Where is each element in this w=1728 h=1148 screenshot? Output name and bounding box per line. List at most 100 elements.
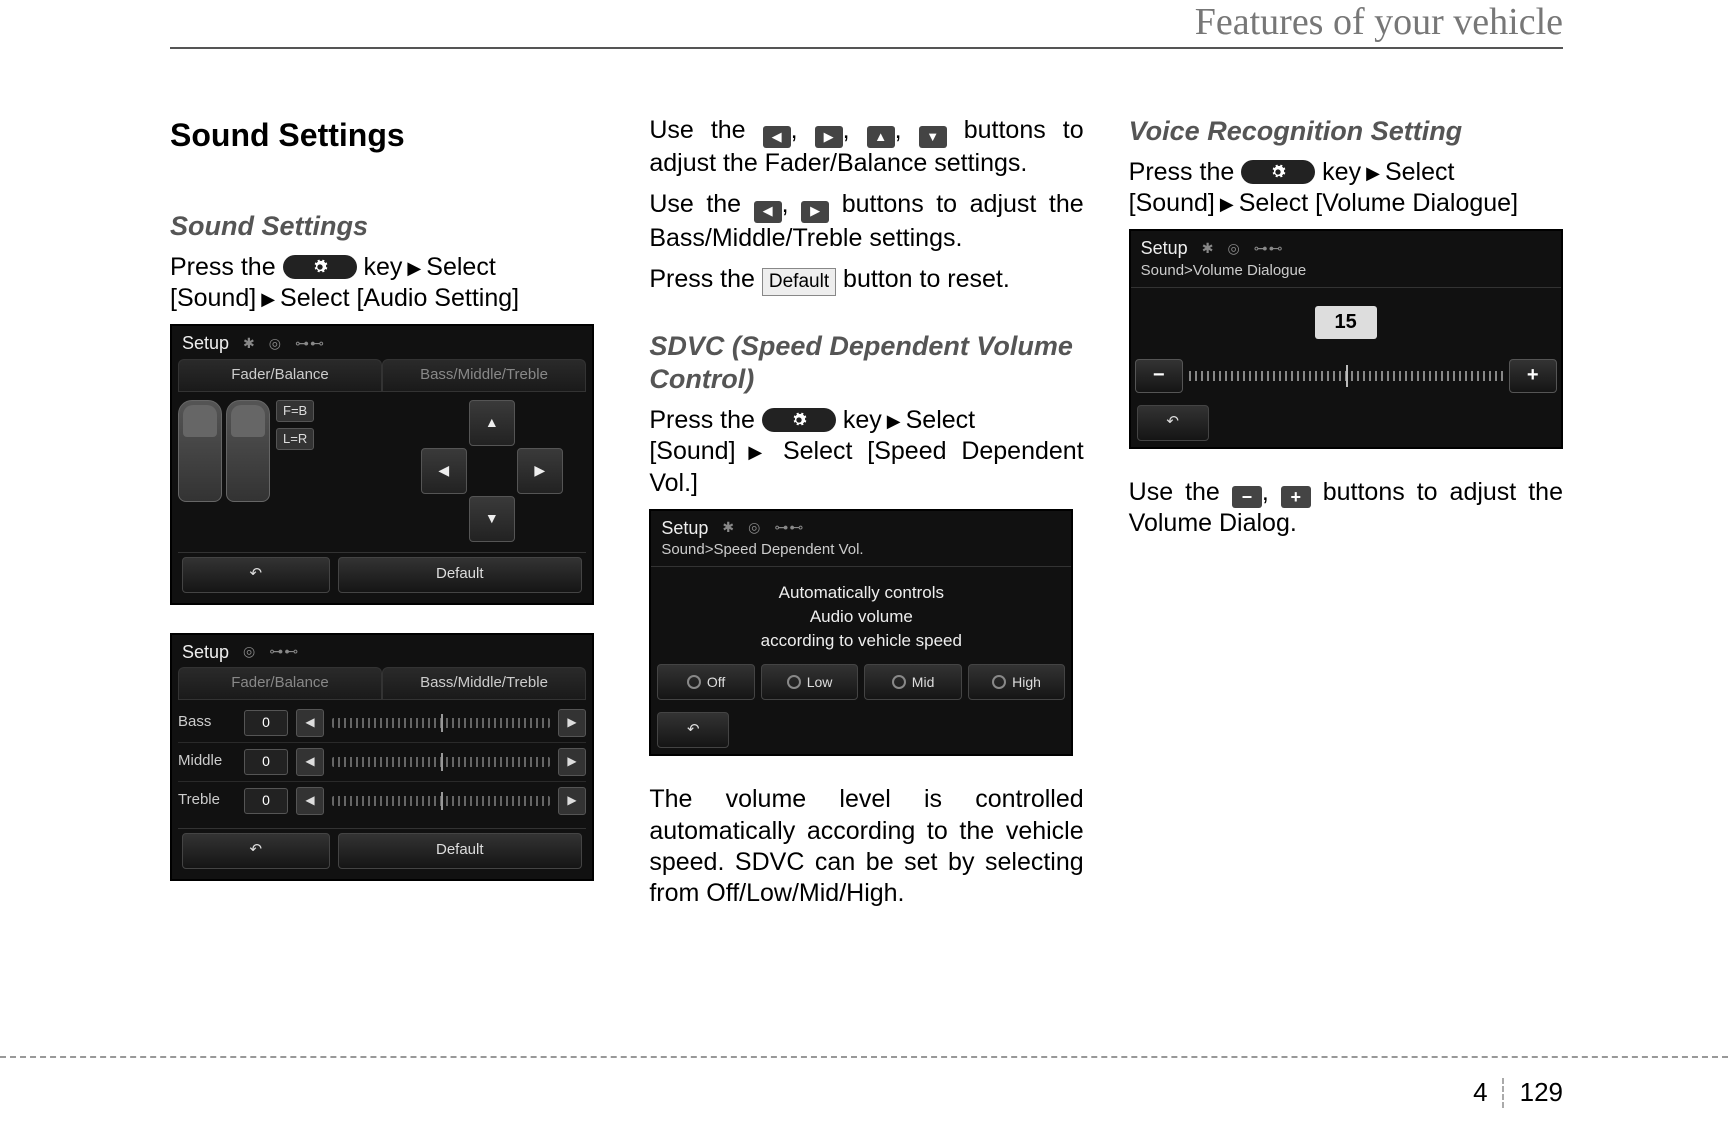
seat-diagram: F=B L=R <box>178 400 388 540</box>
voice-nav-instruction: Press the key ▶ Select [Sound] ▶ Select … <box>1129 157 1563 220</box>
back-button[interactable]: ↶ <box>182 833 330 869</box>
screenshot-fader-balance: Setup ✱ ◎ ⊶⊷ Fader/Balance Bass/Middle/T… <box>170 324 594 604</box>
column-3: Voice Recognition Setting Press the key … <box>1129 115 1563 919</box>
tabs: Fader/Balance Bass/Middle/Treble <box>178 359 586 392</box>
text: Use the <box>649 190 753 218</box>
eq-instruction: Use the ◀, ▶ buttons to adjust the Bass/… <box>649 189 1083 253</box>
increase-button[interactable]: ▶ <box>558 787 586 815</box>
right-arrow-icon: ▶ <box>801 201 829 223</box>
back-button[interactable]: ↶ <box>1137 405 1209 441</box>
option-high[interactable]: High <box>968 664 1066 700</box>
text: [Sound] <box>170 284 256 312</box>
arrow-pad: ▲ ◀ ▶ ▼ <box>396 400 586 540</box>
bluetooth-icon: ✱ <box>722 519 734 537</box>
seats <box>178 400 270 502</box>
left-arrow-icon: ◀ <box>754 201 782 223</box>
back-button[interactable]: ↶ <box>657 712 729 748</box>
decrease-button[interactable]: ◀ <box>296 709 324 737</box>
sound-settings-instruction: Press the key ▶ Select [Sound] ▶ Select … <box>170 252 604 315</box>
plus-button[interactable]: + <box>1509 359 1557 393</box>
left-button[interactable]: ◀ <box>421 448 467 494</box>
disc-icon: ◎ <box>748 519 760 537</box>
triangle-icon: ▶ <box>1215 194 1239 214</box>
option-low[interactable]: Low <box>761 664 859 700</box>
minus-icon: − <box>1232 486 1262 508</box>
tab-bass-mid-treble[interactable]: Bass/Middle/Treble <box>382 667 586 699</box>
option-off[interactable]: Off <box>657 664 755 700</box>
subheading-sound-settings: Sound Settings <box>170 210 604 244</box>
text: Select [Volume Dialogue] <box>1239 189 1518 217</box>
shot-header: Setup ✱ ◎ ⊶⊷ <box>172 326 592 355</box>
tab-bass-mid-treble[interactable]: Bass/Middle/Treble <box>382 359 586 391</box>
decrease-button[interactable]: ◀ <box>296 748 324 776</box>
columns: Sound Settings Sound Settings Press the … <box>170 115 1563 919</box>
shot-footer: ↶ Default <box>178 828 586 873</box>
screenshot-eq: Setup ◎ ⊶⊷ Fader/Balance Bass/Middle/Tre… <box>170 633 594 881</box>
increase-button[interactable]: ▶ <box>558 748 586 776</box>
eq-row-treble: Treble 0 ◀ ▶ <box>178 781 586 820</box>
screenshot-volume-dialogue: Setup ✱ ◎ ⊶⊷ Sound>Volume Dialogue 15 − … <box>1129 229 1563 448</box>
sdvc-nav-instruction: Press the key ▶ Select [Sound] ▶ Select … <box>649 405 1083 499</box>
eq-track[interactable] <box>332 757 550 767</box>
triangle-icon: ▶ <box>882 411 906 431</box>
sdvc-options: Off Low Mid High <box>651 658 1071 706</box>
eq-value: 0 <box>244 749 288 775</box>
disc-icon: ◎ <box>243 643 255 661</box>
option-mid[interactable]: Mid <box>864 664 962 700</box>
usb-icon: ⊶⊷ <box>774 519 804 537</box>
decrease-button[interactable]: ◀ <box>296 787 324 815</box>
usb-icon: ⊶⊷ <box>295 335 325 353</box>
increase-button[interactable]: ▶ <box>558 709 586 737</box>
breadcrumb: Sound>Volume Dialogue <box>1131 260 1561 288</box>
usb-icon: ⊶⊷ <box>1254 240 1284 258</box>
option-label: Mid <box>912 674 935 692</box>
default-button[interactable]: Default <box>338 833 583 869</box>
triangle-icon: ▶ <box>1361 163 1385 183</box>
setup-title: Setup <box>661 517 708 540</box>
default-label: Default <box>762 268 836 296</box>
volume-track[interactable] <box>1189 371 1503 381</box>
setup-title: Setup <box>182 332 229 355</box>
text: Select <box>1385 158 1454 186</box>
eq-label: Middle <box>178 752 236 771</box>
down-button[interactable]: ▼ <box>469 496 515 542</box>
plus-icon: + <box>1281 486 1311 508</box>
eq-label: Treble <box>178 791 236 810</box>
text: Select [Audio Setting] <box>280 284 519 312</box>
up-button[interactable]: ▲ <box>469 400 515 446</box>
text: key <box>1322 158 1361 186</box>
text: key <box>364 253 403 281</box>
triangle-icon: ▶ <box>256 289 280 309</box>
disc-icon: ◎ <box>269 335 281 353</box>
tab-fader-balance[interactable]: Fader/Balance <box>178 359 382 391</box>
up-arrow-icon: ▲ <box>867 126 895 148</box>
back-button[interactable]: ↶ <box>182 557 330 593</box>
text: Select <box>906 406 975 434</box>
setup-title: Setup <box>1141 237 1188 260</box>
header-rule <box>170 47 1563 49</box>
right-button[interactable]: ▶ <box>517 448 563 494</box>
volume-adjust-instruction: Use the −, + buttons to adjust the Volum… <box>1129 477 1563 540</box>
fader-balance-instruction: Use the ◀, ▶, ▲, ▼ buttons to adjust the… <box>649 115 1083 179</box>
triangle-icon: ▶ <box>736 442 783 462</box>
right-arrow-icon: ▶ <box>815 126 843 148</box>
eq-track[interactable] <box>332 718 550 728</box>
text: [Sound] <box>649 437 735 465</box>
minus-button[interactable]: − <box>1135 359 1183 393</box>
tab-fader-balance[interactable]: Fader/Balance <box>178 667 382 699</box>
bluetooth-icon: ✱ <box>243 335 255 353</box>
fb-badges: F=B L=R <box>276 400 314 451</box>
disc-icon: ◎ <box>1227 240 1239 258</box>
fader-balance-area: F=B L=R ▲ ◀ ▶ ▼ <box>172 392 592 548</box>
subheading-sdvc: SDVC (Speed Dependent Volume Control) <box>649 330 1083 398</box>
default-button[interactable]: Default <box>338 557 583 593</box>
text: according to vehicle speed <box>661 629 1061 653</box>
down-arrow-icon: ▼ <box>919 126 947 148</box>
text: button to reset. <box>843 265 1010 293</box>
seat-right <box>226 400 270 502</box>
sdvc-description-text: The volume level is controlled automatic… <box>649 784 1083 909</box>
text: Select <box>426 253 495 281</box>
column-2: Use the ◀, ▶, ▲, ▼ buttons to adjust the… <box>649 115 1083 919</box>
eq-track[interactable] <box>332 796 550 806</box>
text: Press the <box>1129 158 1242 186</box>
